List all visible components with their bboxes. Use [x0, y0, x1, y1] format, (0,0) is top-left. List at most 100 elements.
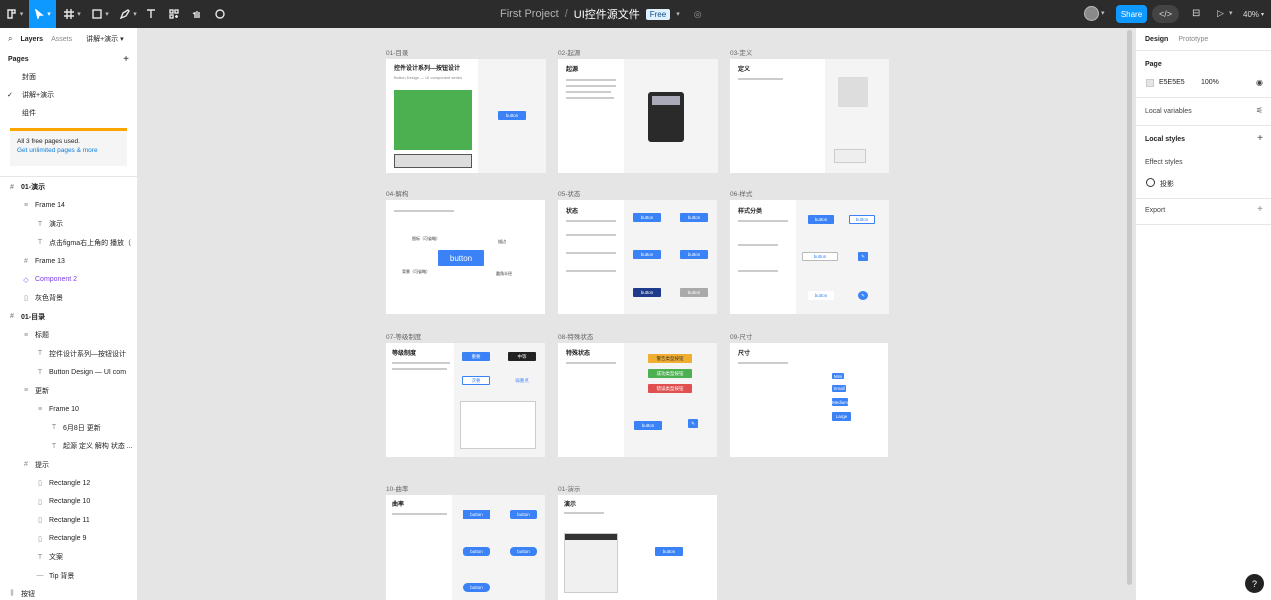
layer-row[interactable]: T Button Design — UI com — [0, 363, 137, 382]
frame-08-special[interactable]: 特殊状态 警告类型按钮 成功类型按钮 错误类型按钮 button ✎ — [558, 343, 717, 457]
tab-layers[interactable]: Layers — [20, 36, 43, 43]
frame-label-08-special[interactable]: 08-特殊状态 — [558, 331, 593, 341]
layer-row[interactable]: T 控件设计系列—按钮设计 — [0, 345, 137, 364]
effect-style-item[interactable]: 投影 — [1160, 179, 1174, 189]
layer-row[interactable]: ▯ Rectangle 12 — [0, 474, 137, 493]
frame-label-06-styles[interactable]: 06-样式 — [730, 188, 752, 198]
layer-row[interactable]: #01-目录 — [0, 308, 137, 327]
share-button[interactable]: Share — [1116, 5, 1147, 23]
page-item[interactable]: ✓ 讲解+演示 — [0, 86, 137, 104]
layer-label: Component 2 — [35, 276, 78, 284]
frame-label-04-structure[interactable]: 04-解构 — [386, 188, 408, 198]
frame-07-hierarchy[interactable]: 等级制度 重要 中等 次要 弱重点 — [386, 343, 545, 457]
frame-label-05-states[interactable]: 05-状态 — [558, 188, 580, 198]
page-color-value[interactable]: E5E5E5 — [1159, 79, 1185, 86]
page-opacity-value[interactable]: 100% — [1201, 79, 1219, 86]
layer-row[interactable]: #01-演示 — [0, 178, 137, 197]
comment-tool-button[interactable] — [212, 0, 228, 28]
layer-row[interactable]: # 提示 — [0, 456, 137, 475]
layer-label: 01-目录 — [21, 313, 46, 321]
layer-row[interactable]: T 6月8日 更新 — [0, 419, 137, 438]
hand-tool-button[interactable] — [189, 0, 205, 28]
frame-label-01-demo[interactable]: 01-演示 — [558, 483, 580, 493]
left-panel-tabs: ⌕ Layers Assets 讲解+演示 ▾ — [0, 28, 137, 50]
states-text-line — [566, 234, 616, 236]
layer-row[interactable]: ◇ Component 2 — [0, 271, 137, 290]
present-play-icon[interactable]: ▷ — [1217, 8, 1224, 19]
layer-row[interactable]: ≡ 更新 — [0, 382, 137, 401]
local-variables-label[interactable]: Local variables — [1145, 108, 1192, 115]
upgrade-link[interactable]: Get unlimited pages & more — [17, 146, 120, 155]
avatar[interactable] — [1084, 6, 1099, 21]
move-tool-button[interactable]: ▾ — [29, 0, 56, 28]
avatar-chevron-icon[interactable]: ▾ — [1101, 9, 1105, 17]
frame-label-07-hierarchy[interactable]: 07-等级制度 — [386, 331, 421, 341]
frame-label-03-definition[interactable]: 03-定义 — [730, 47, 752, 57]
canvas[interactable]: 01-目录 02-起源 03-定义 04-解构 05-状态 06-样式 07-等… — [138, 28, 1135, 600]
globe-icon[interactable]: ◎ — [694, 9, 702, 20]
layer-row[interactable]: T 演示 — [0, 215, 137, 234]
special-text-line — [566, 362, 616, 364]
frame-label-02-origin[interactable]: 02-起源 — [558, 47, 580, 57]
frame-01-catalog[interactable]: 控件设计系列—按钮设计 Button Design — UI component… — [386, 59, 546, 173]
style-link-button: button — [808, 291, 834, 300]
layer-row[interactable]: T 起源 定义 解构 状态 ... — [0, 437, 137, 456]
variables-settings-icon[interactable]: ⚟ — [1256, 106, 1263, 115]
state-button: button — [633, 250, 661, 259]
file-name[interactable]: UI控件源文件 — [574, 6, 640, 22]
add-style-icon[interactable]: + — [1257, 133, 1263, 144]
definition-text-line — [738, 78, 783, 80]
frame-06-styles[interactable]: 样式分类 button button button ✎ button ✎ — [730, 200, 889, 314]
hierarchy-title: 等级制度 — [392, 351, 417, 357]
main-menu-button[interactable]: ▾ — [4, 0, 26, 28]
add-page-icon[interactable]: + — [123, 54, 129, 65]
layer-row[interactable]: ≡ Frame 10 — [0, 400, 137, 419]
eye-icon[interactable]: ◉ — [1256, 78, 1263, 87]
catalog-update-box — [394, 154, 472, 168]
layer-row[interactable]: T 点击figma右上角的 播放（ — [0, 234, 137, 253]
page-item-label: 组件 — [22, 110, 36, 117]
layer-row[interactable]: ≡ 标题 — [0, 326, 137, 345]
search-icon[interactable]: ⌕ — [8, 34, 12, 44]
layer-row[interactable]: ▯ Rectangle 9 — [0, 530, 137, 549]
frame-09-size[interactable]: 尺寸 Mini Small Medium Large — [730, 343, 888, 457]
layer-row[interactable]: ▯ Rectangle 10 — [0, 493, 137, 512]
frame-05-states[interactable]: 状态 button button button button button bu… — [558, 200, 717, 314]
resources-button[interactable] — [166, 0, 182, 28]
canvas-scrollbar[interactable] — [1127, 30, 1132, 585]
frame-tool-button[interactable]: ▾ — [60, 0, 85, 28]
add-export-icon[interactable]: + — [1257, 204, 1263, 215]
page-item[interactable]: 组件 — [0, 104, 137, 122]
project-name[interactable]: First Project — [500, 8, 559, 20]
frame-10-radius[interactable]: 曲率 button button button button button — [386, 495, 545, 600]
layer-row[interactable]: ▯ Rectangle 11 — [0, 511, 137, 530]
shape-tool-button[interactable]: ▾ — [88, 0, 113, 28]
frame-label-09-size[interactable]: 09-尺寸 — [730, 331, 752, 341]
library-icon[interactable]: ⊟ — [1192, 8, 1200, 19]
dev-mode-toggle[interactable]: </> — [1152, 5, 1179, 23]
pen-tool-button[interactable]: ▾ — [116, 0, 141, 28]
tab-design[interactable]: Design — [1145, 36, 1168, 43]
zoom-control[interactable]: 40% ▾ — [1243, 0, 1264, 28]
tab-prototype[interactable]: Prototype — [1178, 36, 1208, 43]
frame-label-01-catalog[interactable]: 01-目录 — [386, 47, 408, 57]
text-tool-button[interactable] — [143, 0, 159, 28]
page-color-swatch[interactable] — [1146, 79, 1154, 87]
layer-row[interactable]: ≡ Frame 14 — [0, 197, 137, 216]
help-button[interactable]: ? — [1245, 574, 1264, 593]
layer-row[interactable]: — Tip 背景 — [0, 567, 137, 586]
frame-02-origin[interactable]: 起源 — [558, 59, 718, 173]
present-chevron-icon[interactable]: ▾ — [1229, 9, 1233, 17]
layer-row[interactable]: ⫼ 按钮 — [0, 585, 137, 600]
page-switcher[interactable]: 讲解+演示 ▾ — [86, 34, 124, 44]
frame-label-10-radius[interactable]: 10-曲率 — [386, 483, 408, 493]
layer-row[interactable]: # Frame 13 — [0, 252, 137, 271]
frame-01-demo[interactable]: 演示 button — [558, 495, 717, 600]
frame-03-definition[interactable]: 定义 — [730, 59, 889, 173]
tab-assets[interactable]: Assets — [51, 36, 72, 43]
chevron-down-icon[interactable]: ▾ — [676, 10, 680, 18]
frame-04-structure[interactable]: button 图标（可省略） 描边 背景（可省略） 圆角半径 — [386, 200, 545, 314]
layer-row[interactable]: ▯ 灰色背景 — [0, 289, 137, 308]
layer-row[interactable]: T 文案 — [0, 548, 137, 567]
page-item[interactable]: 封面 — [0, 68, 137, 86]
